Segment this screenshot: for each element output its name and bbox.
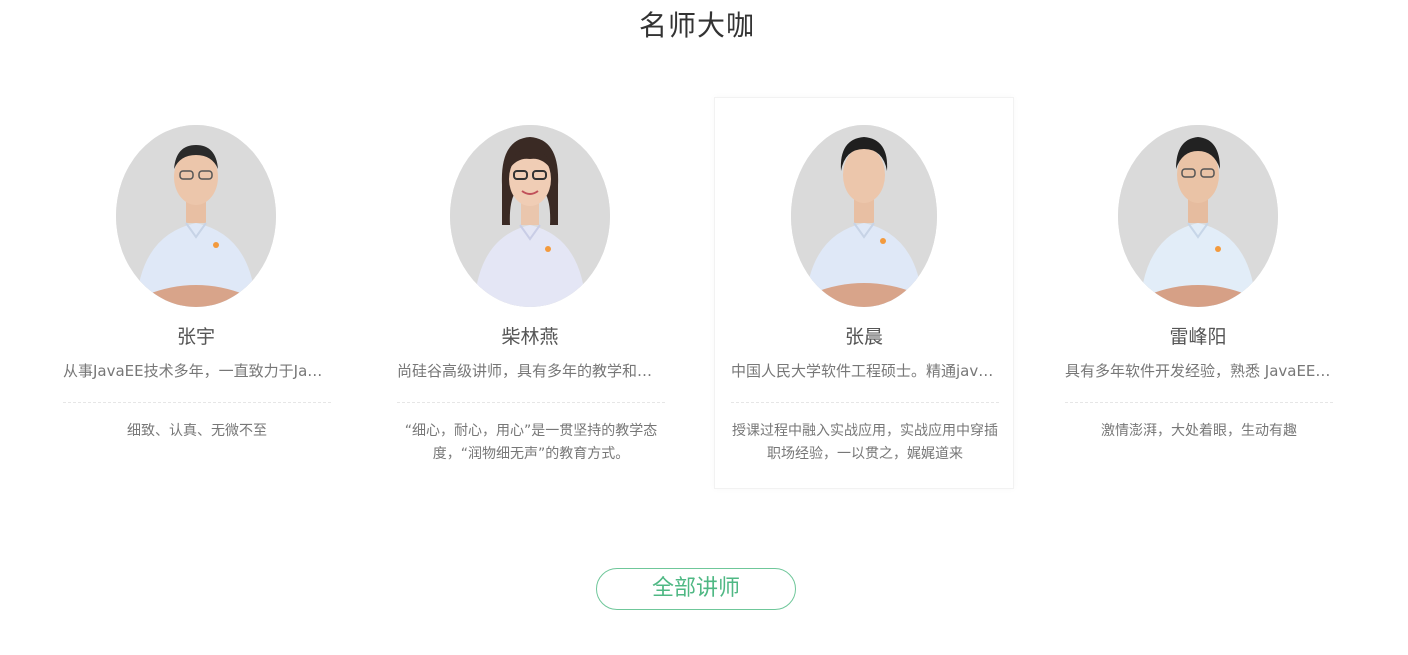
teacher-photo xyxy=(116,125,276,307)
teacher-avatar[interactable] xyxy=(450,125,610,307)
teacher-name: 张宇 xyxy=(176,326,215,348)
teacher-intro: 尚硅谷高级讲师，具有多年的教学和项目开发经验 xyxy=(397,362,665,380)
teacher-intro: 中国人民大学软件工程硕士。精通java开发 xyxy=(731,362,999,380)
section-title: 名师大咖 xyxy=(638,9,755,42)
teacher-name: 柴林燕 xyxy=(501,326,559,348)
divider xyxy=(1065,402,1333,403)
all-teachers-button[interactable]: 全部讲师 xyxy=(596,568,796,610)
teacher-intro: 具有多年软件开发经验，熟悉 JavaEE 开发 xyxy=(1065,362,1333,380)
teacher-photo xyxy=(1118,125,1278,307)
teacher-name: 雷峰阳 xyxy=(1169,326,1227,348)
teacher-photo xyxy=(791,125,937,307)
teacher-list: 张宇 从事JavaEE技术多年，一直致力于Java开发与教学 细致、认真、无微不… xyxy=(46,97,1348,489)
teacher-quote: 授课过程中融入实战应用，实战应用中穿插职场经验，一以贯之，娓娓道来 xyxy=(732,423,998,462)
teacher-card[interactable]: 柴林燕 尚硅谷高级讲师，具有多年的教学和项目开发经验 “细心，耐心，用心”是一贯… xyxy=(380,97,680,489)
teacher-quote: “细心，耐心，用心”是一贯坚持的教学态度，“润物细无声”的教育方式。 xyxy=(404,423,658,462)
teacher-avatar[interactable] xyxy=(791,125,937,307)
teacher-card[interactable]: 雷峰阳 具有多年软件开发经验，熟悉 JavaEE 开发 激情澎湃，大处着眼，生动… xyxy=(1048,97,1348,489)
teacher-card[interactable]: 张晨 中国人民大学软件工程硕士。精通java开发 授课过程中融入实战应用，实战应… xyxy=(714,97,1014,489)
teacher-avatar[interactable] xyxy=(1118,125,1278,307)
teacher-avatar[interactable] xyxy=(116,125,276,307)
teacher-card[interactable]: 张宇 从事JavaEE技术多年，一直致力于Java开发与教学 细致、认真、无微不… xyxy=(46,97,346,489)
divider xyxy=(731,402,999,403)
teacher-quote: 激情澎湃，大处着眼，生动有趣 xyxy=(1101,423,1297,439)
teacher-photo xyxy=(450,125,610,307)
teacher-quote: 细致、认真、无微不至 xyxy=(127,423,267,439)
teacher-name: 张晨 xyxy=(844,326,883,348)
divider xyxy=(397,402,665,403)
teacher-intro: 从事JavaEE技术多年，一直致力于Java开发与教学 xyxy=(63,362,331,380)
divider xyxy=(63,402,331,403)
